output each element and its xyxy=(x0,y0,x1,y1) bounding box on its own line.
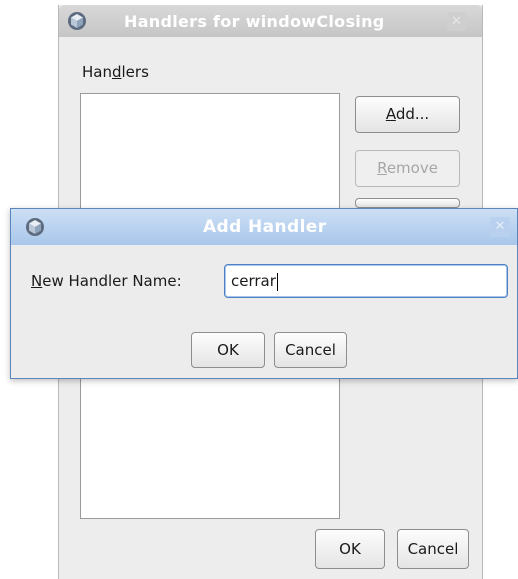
cube-icon xyxy=(26,218,44,236)
ok-button[interactable]: OK xyxy=(191,332,265,368)
add-handler-titlebar[interactable]: Add Handler ✕ xyxy=(11,209,517,245)
handlers-dialog-titlebar[interactable]: Handlers for windowClosing ✕ xyxy=(59,5,482,37)
text-caret xyxy=(276,272,278,291)
close-icon[interactable]: ✕ xyxy=(447,12,466,31)
partially-hidden-button[interactable] xyxy=(355,198,460,208)
ok-button[interactable]: OK xyxy=(315,529,385,569)
new-handler-name-value: cerrar xyxy=(231,272,276,290)
handlers-list-label: Handlers xyxy=(82,63,149,81)
add-handler-dialog: Add Handler ✕ New Handler Name: cerrar O… xyxy=(10,208,518,379)
add-button[interactable]: Add... xyxy=(355,96,460,133)
new-handler-name-input[interactable]: cerrar xyxy=(224,264,508,298)
handlers-dialog-title: Handlers for windowClosing xyxy=(124,12,385,31)
remove-button[interactable]: Remove xyxy=(355,150,460,187)
new-handler-name-label: New Handler Name: xyxy=(31,272,182,290)
cube-icon xyxy=(68,12,86,30)
cancel-button[interactable]: Cancel xyxy=(397,529,469,569)
cancel-button[interactable]: Cancel xyxy=(274,332,347,368)
close-icon[interactable]: ✕ xyxy=(490,217,510,237)
add-handler-title: Add Handler xyxy=(203,217,327,237)
